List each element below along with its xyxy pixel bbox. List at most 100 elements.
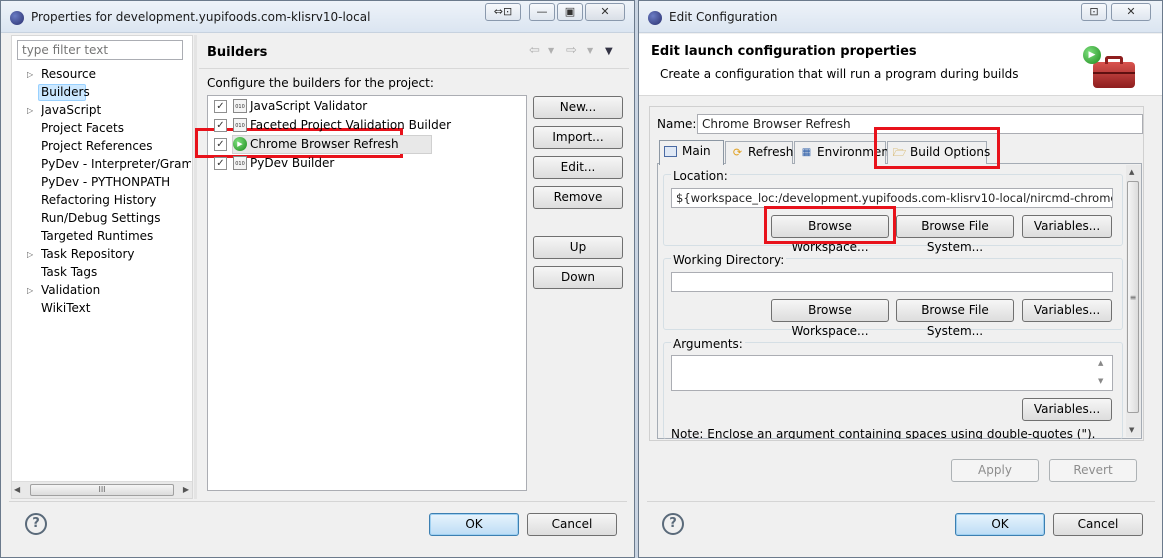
builders-list xyxy=(207,95,527,491)
location-variables-button[interactable]: Variables... xyxy=(1022,215,1112,238)
tab-environment[interactable]: ▦ Environment xyxy=(794,141,894,164)
scroll-up-icon[interactable]: ▲ xyxy=(1129,168,1134,176)
arguments-field[interactable] xyxy=(671,355,1113,391)
wd-browse-workspace-button[interactable]: Browse Workspace... xyxy=(771,299,889,338)
maximize-button[interactable]: ▣ xyxy=(557,3,583,21)
expand-arrow-icon[interactable]: ▷ xyxy=(27,286,33,295)
restore-button[interactable]: ⊡ xyxy=(1081,3,1107,21)
builder-label[interactable]: Chrome Browser Refresh xyxy=(250,137,399,151)
vertical-scrollbar[interactable]: ▲ ≡ ▼ xyxy=(1126,165,1141,437)
apply-button[interactable]: Apply xyxy=(951,459,1039,482)
forward-menu-icon[interactable]: ▼ xyxy=(587,46,593,55)
tree-item[interactable]: Targeted Runtimes xyxy=(41,229,153,243)
footer-separator xyxy=(9,501,627,502)
tree-item[interactable]: Refactoring History xyxy=(41,193,156,207)
working-directory-field[interactable] xyxy=(671,272,1113,292)
tree-item[interactable]: WikiText xyxy=(41,301,91,315)
builder-icon: 010 xyxy=(233,118,247,132)
window-title: Edit Configuration xyxy=(669,10,778,24)
builder-label[interactable]: PyDev Builder xyxy=(250,156,334,170)
new-button[interactable]: New... xyxy=(533,96,623,119)
pane-divider[interactable] xyxy=(194,35,197,499)
close-button[interactable]: ✕ xyxy=(585,3,625,21)
folder-icon: 🗁 xyxy=(892,146,907,159)
tree-item[interactable]: PyDev - Interpreter/Gramm xyxy=(41,157,191,171)
browse-workspace-button[interactable]: Browse Workspace... xyxy=(771,215,889,254)
scroll-right-icon[interactable]: ▶ xyxy=(183,485,189,494)
arguments-variables-button[interactable]: Variables... xyxy=(1022,398,1112,421)
toolbox-icon: ▶ xyxy=(1083,46,1137,90)
edit-configuration-dialog: Edit Configuration ⊡ ✕ Edit launch confi… xyxy=(638,0,1163,558)
scrollbar-thumb[interactable]: ≡ xyxy=(1127,181,1139,413)
help-icon[interactable]: ? xyxy=(662,513,684,535)
scrollbar-thumb[interactable]: III xyxy=(30,484,174,496)
tree-item[interactable]: Task Repository xyxy=(41,247,135,261)
tree-item[interactable]: Project References xyxy=(41,139,153,153)
tree-item[interactable]: Project Facets xyxy=(41,121,124,135)
close-button[interactable]: ✕ xyxy=(1111,3,1151,21)
builder-checkbox[interactable]: ✓ xyxy=(214,138,227,151)
builder-checkbox[interactable]: ✓ xyxy=(214,157,227,170)
tab-environment-label: Environment xyxy=(817,145,894,159)
expand-arrow-icon[interactable]: ▷ xyxy=(27,106,33,115)
builder-checkbox[interactable]: ✓ xyxy=(214,119,227,132)
edit-button[interactable]: Edit... xyxy=(533,156,623,179)
arguments-label: Arguments: xyxy=(671,337,745,351)
ok-button[interactable]: OK xyxy=(955,513,1045,536)
refresh-icon: ⟳ xyxy=(732,146,743,159)
minimize-button[interactable]: — xyxy=(529,3,555,21)
browse-file-system-button[interactable]: Browse File System... xyxy=(896,215,1014,254)
tree-item[interactable]: JavaScript xyxy=(41,103,101,117)
location-label: Location: xyxy=(671,169,730,183)
expand-arrow-icon[interactable]: ▷ xyxy=(27,250,33,259)
scroll-down-icon[interactable]: ▼ xyxy=(1129,426,1134,434)
revert-button[interactable]: Revert xyxy=(1049,459,1137,482)
horizontal-scrollbar[interactable]: ◀ III ▶ xyxy=(12,481,192,498)
name-label: Name: xyxy=(657,117,697,131)
tab-refresh[interactable]: ⟳ Refresh xyxy=(725,141,793,164)
banner-title: Edit launch configuration properties xyxy=(651,44,917,59)
resize-icon[interactable]: ⇔⊡ xyxy=(485,3,521,21)
down-button[interactable]: Down xyxy=(533,266,623,289)
forward-arrow-icon[interactable]: ⇨ xyxy=(566,43,577,58)
ok-button[interactable]: OK xyxy=(429,513,519,536)
title-bar[interactable]: Properties for development.yupifoods.com… xyxy=(1,1,634,33)
name-field[interactable]: Chrome Browser Refresh xyxy=(697,114,1143,134)
wd-browse-file-system-button[interactable]: Browse File System... xyxy=(896,299,1014,338)
builder-label[interactable]: JavaScript Validator xyxy=(250,99,367,113)
expand-arrow-icon[interactable]: ▷ xyxy=(27,70,33,79)
filter-input[interactable] xyxy=(17,40,183,60)
title-bar[interactable]: Edit Configuration ⊡ ✕ xyxy=(639,1,1162,33)
scroll-left-icon[interactable]: ◀ xyxy=(14,485,20,494)
location-field[interactable]: ${workspace_loc:/development.yupifoods.c… xyxy=(671,188,1113,208)
tree-item[interactable]: Run/Debug Settings xyxy=(41,211,161,225)
view-menu-icon[interactable]: ▼ xyxy=(605,46,613,57)
up-button[interactable]: Up xyxy=(533,236,623,259)
eclipse-icon xyxy=(10,11,24,25)
tree-item[interactable]: Resource xyxy=(41,67,96,81)
back-arrow-icon[interactable]: ⇦ xyxy=(529,43,540,58)
tree-item[interactable]: Builders xyxy=(41,85,90,99)
help-icon[interactable]: ? xyxy=(25,513,47,535)
remove-button[interactable]: Remove xyxy=(533,186,623,209)
builder-checkbox[interactable]: ✓ xyxy=(214,100,227,113)
arguments-scroll-down-icon[interactable]: ▼ xyxy=(1098,377,1103,385)
working-directory-label: Working Directory: xyxy=(671,253,787,267)
footer-separator xyxy=(647,501,1155,502)
eclipse-icon xyxy=(648,11,662,25)
tab-build-options[interactable]: 🗁 Build Options xyxy=(887,141,990,164)
back-menu-icon[interactable]: ▼ xyxy=(548,46,554,55)
import-button[interactable]: Import... xyxy=(533,126,623,149)
window-title: Properties for development.yupifoods.com… xyxy=(31,10,371,24)
tab-main[interactable]: Main xyxy=(659,140,724,165)
wd-variables-button[interactable]: Variables... xyxy=(1022,299,1112,322)
arguments-scroll-up-icon[interactable]: ▲ xyxy=(1098,359,1103,367)
tree-item[interactable]: Task Tags xyxy=(41,265,97,279)
cancel-button[interactable]: Cancel xyxy=(1053,513,1143,536)
tree-item[interactable]: Validation xyxy=(41,283,100,297)
tree-item[interactable]: PyDev - PYTHONPATH xyxy=(41,175,170,189)
cancel-button[interactable]: Cancel xyxy=(527,513,617,536)
environment-icon: ▦ xyxy=(801,147,812,158)
tab-refresh-label: Refresh xyxy=(748,145,794,159)
builder-label[interactable]: Faceted Project Validation Builder xyxy=(250,118,451,132)
